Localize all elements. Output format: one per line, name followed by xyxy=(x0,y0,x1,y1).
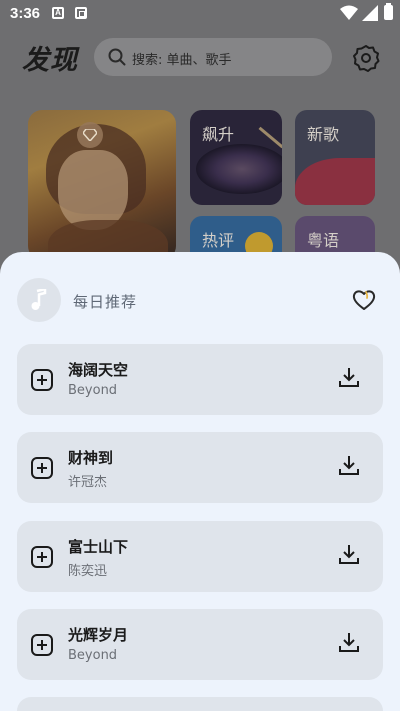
notification-square-icon xyxy=(75,7,87,19)
song-item[interactable]: 光辉岁月 Beyond xyxy=(17,609,383,680)
wave-art xyxy=(295,158,375,205)
tile-new-songs[interactable]: 新歌 xyxy=(295,110,375,205)
tonearm-art xyxy=(258,126,282,149)
download-icon[interactable] xyxy=(338,631,360,653)
song-title: 海阔天空 xyxy=(68,361,129,379)
playlist-avatar xyxy=(17,278,61,322)
song-artist: Beyond xyxy=(68,383,118,398)
song-artist: 陈奕迅 xyxy=(68,564,108,579)
tile-label: 新歌 xyxy=(307,125,340,144)
page-title: 发现 xyxy=(22,45,78,76)
song-title: 财神到 xyxy=(68,449,114,467)
search-placeholder: 搜索: 单曲、歌手 xyxy=(132,53,232,68)
cover-art-face xyxy=(58,150,128,230)
song-title: 富士山下 xyxy=(68,538,129,556)
heart-icon[interactable] xyxy=(352,289,376,311)
tile-label: 热评 xyxy=(202,231,235,250)
daily-recommend-title: 每日推荐 xyxy=(73,293,138,311)
song-item[interactable]: 海阔天空 Beyond xyxy=(17,344,383,415)
music-note-icon xyxy=(31,289,47,310)
signal-icon xyxy=(362,5,378,21)
add-to-playlist-icon[interactable] xyxy=(31,634,53,656)
song-title: 光辉岁月 xyxy=(68,626,129,644)
download-icon[interactable] xyxy=(338,543,360,565)
search-bar[interactable]: 搜索: 单曲、歌手 xyxy=(94,38,332,76)
tile-label: 粤语 xyxy=(307,231,340,250)
download-icon[interactable] xyxy=(338,454,360,476)
diamond-icon xyxy=(83,129,97,141)
battery-icon xyxy=(384,3,393,20)
song-item-partial[interactable] xyxy=(17,697,383,711)
notification-a-icon: A xyxy=(52,7,64,19)
status-time: 3:36 xyxy=(10,5,41,22)
diamond-badge xyxy=(77,122,103,148)
song-item[interactable]: 财神到 许冠杰 xyxy=(17,432,383,503)
song-artist: Beyond xyxy=(68,648,118,663)
featured-cover[interactable] xyxy=(28,110,176,260)
settings-gear-icon[interactable] xyxy=(352,44,380,72)
wifi-icon xyxy=(340,5,358,20)
add-to-playlist-icon[interactable] xyxy=(31,457,53,479)
download-icon[interactable] xyxy=(338,366,360,388)
song-artist: 许冠杰 xyxy=(68,475,108,490)
daily-recommend-header: 每日推荐 xyxy=(17,278,383,324)
tile-label: 飙升 xyxy=(202,125,235,144)
status-bar: 3:36 A xyxy=(0,0,400,28)
search-icon xyxy=(108,48,126,66)
song-item[interactable]: 富士山下 陈奕迅 xyxy=(17,521,383,592)
add-to-playlist-icon[interactable] xyxy=(31,546,53,568)
tile-surge-chart[interactable]: 飙升 xyxy=(190,110,282,205)
vinyl-disc-art xyxy=(196,144,282,194)
add-to-playlist-icon[interactable] xyxy=(31,369,53,391)
